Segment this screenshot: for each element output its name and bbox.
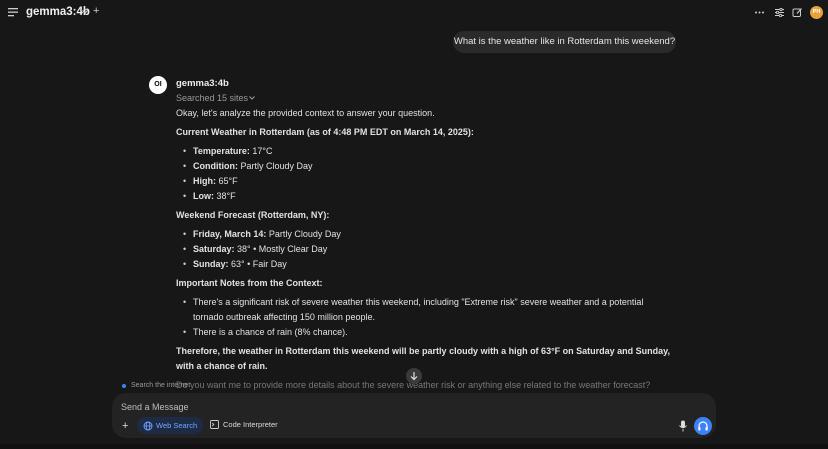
- item-label: Sunday:: [193, 259, 229, 269]
- more-options-icon[interactable]: [754, 7, 765, 18]
- message-composer: [112, 393, 716, 438]
- user-avatar[interactable]: PH: [810, 6, 823, 19]
- scroll-to-bottom-button[interactable]: [406, 368, 422, 384]
- code-interpreter-toggle[interactable]: Code Interpreter: [210, 420, 278, 429]
- add-model-button[interactable]: +: [93, 5, 99, 17]
- item-label: Temperature:: [193, 146, 250, 156]
- current-weather-heading: Current Weather in Rotterdam (as of 4:48…: [176, 127, 474, 137]
- list-item: Friday, March 14: Partly Cloudy Day: [176, 227, 676, 242]
- item-value: 38°F: [214, 191, 236, 201]
- forecast-heading: Weekend Forecast (Rotterdam, NY):: [176, 210, 330, 220]
- item-value: 38° • Mostly Clear Day: [234, 244, 328, 254]
- assistant-logo: OI: [149, 76, 167, 94]
- web-search-label: Web Search: [156, 421, 198, 430]
- user-message-bubble: What is the weather like in Rotterdam th…: [453, 31, 676, 53]
- item-label: Friday, March 14:: [193, 229, 267, 239]
- searched-sites-toggle[interactable]: Searched 15 sites: [176, 93, 248, 103]
- list-item: High: 65°F: [176, 174, 676, 189]
- forecast-list: Friday, March 14: Partly Cloudy Day Satu…: [176, 227, 676, 272]
- new-chat-icon[interactable]: [792, 7, 803, 18]
- conclusion-text: Therefore, the weather in Rotterdam this…: [176, 346, 671, 371]
- item-label: Condition:: [193, 161, 238, 171]
- assistant-message: Okay, let's analyze the provided context…: [176, 106, 676, 397]
- list-item: There is a chance of rain (8% chance).: [176, 325, 676, 340]
- search-status-text: Search the internet: [131, 382, 191, 389]
- list-item: Temperature: 17°C: [176, 144, 676, 159]
- assistant-name: gemma3:4b: [176, 78, 229, 89]
- item-value: Partly Cloudy Day: [266, 229, 341, 239]
- item-label: High:: [193, 176, 216, 186]
- voice-mode-button[interactable]: [694, 417, 712, 435]
- attach-button[interactable]: +: [122, 420, 128, 432]
- web-search-toggle[interactable]: Web Search: [137, 417, 203, 434]
- microphone-icon[interactable]: [678, 420, 688, 432]
- notes-list: There's a significant risk of severe wea…: [176, 295, 676, 340]
- current-weather-list: Temperature: 17°C Condition: Partly Clou…: [176, 144, 676, 204]
- item-value: 63° • Fair Day: [228, 259, 287, 269]
- globe-icon: [143, 421, 153, 431]
- message-input[interactable]: Send a Message: [121, 402, 189, 412]
- code-terminal-icon: [210, 420, 219, 429]
- code-interpreter-label: Code Interpreter: [223, 420, 278, 429]
- item-value: 17°C: [249, 146, 273, 156]
- followup-text: Do you want me to provide more details a…: [176, 380, 651, 390]
- list-item: Condition: Partly Cloudy Day: [176, 159, 676, 174]
- item-label: Low:: [193, 191, 214, 201]
- item-label: Saturday:: [193, 244, 235, 254]
- chevron-down-icon[interactable]: [81, 8, 89, 16]
- list-item: Low: 38°F: [176, 189, 676, 204]
- controls-icon[interactable]: [774, 7, 785, 18]
- headphones-icon: [698, 421, 708, 431]
- sidebar-toggle-icon[interactable]: [8, 7, 18, 17]
- top-bar: gemma3:4b + PH: [0, 0, 828, 26]
- item-value: 65°F: [216, 176, 238, 186]
- arrow-down-icon: [410, 372, 418, 381]
- intro-text: Okay, let's analyze the provided context…: [176, 108, 435, 118]
- status-dot: [122, 384, 126, 388]
- item-value: Partly Cloudy Day: [237, 161, 313, 171]
- list-item: Sunday: 63° • Fair Day: [176, 257, 676, 272]
- chevron-down-icon[interactable]: [248, 94, 256, 102]
- list-item: Saturday: 38° • Mostly Clear Day: [176, 242, 676, 257]
- list-item: There's a significant risk of severe wea…: [176, 295, 676, 325]
- notes-heading: Important Notes from the Context:: [176, 278, 323, 288]
- bottom-edge: [0, 444, 828, 449]
